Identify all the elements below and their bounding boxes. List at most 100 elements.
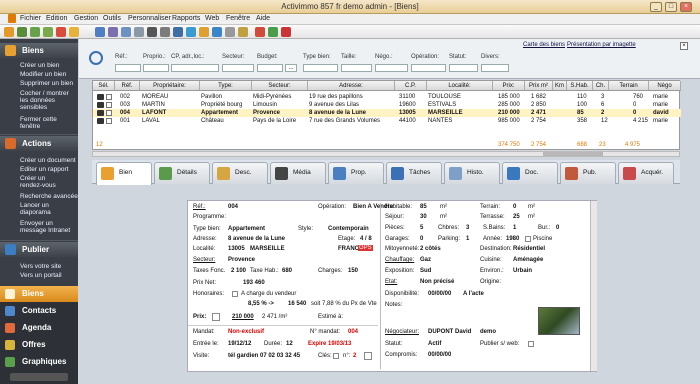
nego-value[interactable]: DUPONT David	[428, 329, 471, 335]
tab-bien[interactable]: Bien	[96, 162, 152, 185]
map-link[interactable]: Carte des biens	[523, 42, 565, 48]
divers-input[interactable]	[481, 64, 509, 72]
col-sector[interactable]: Secteur:	[252, 81, 308, 91]
menu-rapports[interactable]: Rapports	[172, 15, 200, 22]
adresse-value[interactable]: 8 avenue de la Lune	[228, 236, 285, 242]
sidebar-section-biens[interactable]: Biens	[0, 43, 78, 58]
delete-icon[interactable]	[56, 27, 66, 37]
gps-button[interactable]: GPS	[358, 245, 373, 251]
typebien-input[interactable]	[303, 64, 338, 72]
cuisine-value[interactable]: Aménagée	[513, 257, 543, 263]
sidebar-item-fermer[interactable]: Fermer cette fenêtre	[20, 116, 70, 130]
col-city[interactable]: Localité:	[427, 81, 493, 91]
dispo-value[interactable]: 00/00/00	[428, 291, 451, 297]
close-button[interactable]: ×	[680, 2, 692, 12]
col-ch[interactable]: Ch.	[593, 81, 609, 91]
form-view-icon[interactable]	[121, 27, 131, 37]
prixnet-value[interactable]: 193 460	[243, 280, 265, 286]
check-icon[interactable]	[30, 27, 40, 37]
nav-contacts[interactable]: Contacts	[0, 303, 78, 319]
environ-value[interactable]: Urbain	[513, 268, 532, 274]
nav-agenda[interactable]: Agenda	[0, 320, 78, 336]
prix-button[interactable]	[212, 313, 220, 321]
tab-doc[interactable]: Doc.	[502, 162, 558, 184]
menu-aide[interactable]: Aide	[256, 15, 270, 22]
col-ref[interactable]: Réf.	[115, 81, 140, 91]
row-checkbox[interactable]	[106, 118, 112, 124]
col-shab[interactable]: S.Hab.	[567, 81, 593, 91]
sidebar-item-cocher[interactable]: Cocher / montrer les données sensibles	[20, 90, 76, 111]
keys-button[interactable]	[364, 352, 372, 360]
tab-prop[interactable]: Prop.	[328, 162, 384, 184]
ref-value[interactable]: 004	[228, 204, 238, 210]
sidebar-section-actions[interactable]: Actions	[0, 136, 78, 151]
sidebar-section-publier[interactable]: Publier	[0, 242, 78, 257]
printer-icon[interactable]	[147, 27, 157, 37]
globe-icon[interactable]	[268, 27, 278, 37]
sidebar-item-recherche[interactable]: Recherche avancée	[20, 193, 78, 200]
etat-value[interactable]: Non précisé	[420, 279, 454, 285]
sidebar-item-site[interactable]: Vers votre site	[20, 263, 61, 270]
budget-button[interactable]: ...	[285, 64, 297, 72]
parking-value[interactable]: 1	[466, 236, 469, 242]
tools-icon[interactable]	[160, 27, 170, 37]
visite-value[interactable]: tél gardien 07 02 03 32 45	[228, 353, 300, 359]
tab-desc[interactable]: Desc.	[212, 162, 268, 184]
duree-value[interactable]: 12	[286, 341, 293, 347]
col-address[interactable]: Adresse:	[308, 81, 395, 91]
property-photo[interactable]	[538, 307, 580, 335]
taxes-value[interactable]: 2 100	[231, 268, 246, 274]
sejour-value[interactable]: 30	[420, 214, 427, 220]
nav-biens[interactable]: Biens	[0, 286, 78, 302]
menu-gestion[interactable]: Gestion	[74, 15, 98, 22]
bur-value[interactable]: 0	[556, 225, 559, 231]
sidebar-item-creer-document[interactable]: Créer un document	[20, 157, 76, 164]
menu-web[interactable]: Web	[205, 15, 219, 22]
tab-acquer[interactable]: Acquér.	[618, 162, 674, 184]
compromis-value[interactable]: 00/00/00	[428, 352, 451, 358]
annee-value[interactable]: 1980	[506, 236, 519, 242]
table-row[interactable]: 003 MARTIN Propriété bourg Limousin 9 av…	[93, 101, 681, 109]
taille-input[interactable]	[341, 64, 372, 72]
row-checkbox[interactable]	[106, 102, 112, 108]
entree-value[interactable]: 19/12/12	[228, 341, 251, 347]
statut-input[interactable]	[449, 64, 478, 72]
col-owner[interactable]: Propriétaire:	[140, 81, 200, 91]
garages-value[interactable]: 0	[420, 236, 423, 242]
search-icon[interactable]	[89, 51, 103, 65]
operation-input[interactable]	[411, 64, 446, 72]
folder-icon[interactable]	[238, 27, 248, 37]
sidebar-item-rendez-vous[interactable]: Créer un rendez-vous	[20, 175, 68, 189]
col-cp[interactable]: C.P.	[395, 81, 427, 91]
tab-histo[interactable]: Histo.	[444, 162, 500, 184]
ref-input[interactable]	[115, 64, 141, 72]
nav-graphiques[interactable]: Graphiques	[0, 354, 78, 370]
style-value[interactable]: Contemporain	[328, 226, 369, 232]
sidebar-item-intranet[interactable]: Envoyer un message Intranet	[20, 220, 74, 234]
list-view-icon[interactable]	[108, 27, 118, 37]
etage-value[interactable]: 4 / 8	[360, 236, 372, 242]
sidebar-item-portail[interactable]: Vers un portail	[20, 272, 62, 279]
chbres-value[interactable]: 3	[466, 225, 469, 231]
nmandat-value[interactable]: 004	[348, 329, 358, 335]
thumbnail-link[interactable]: Présentation par imagette	[567, 42, 636, 48]
tab-media[interactable]: Média	[270, 162, 326, 184]
calendar-icon[interactable]	[199, 27, 209, 37]
col-pm2[interactable]: Prix m²	[525, 81, 553, 91]
col-km[interactable]: Km	[553, 81, 567, 91]
sidebar-item-editer-rapport[interactable]: Editer un rapport	[20, 166, 68, 173]
nego-input[interactable]	[375, 64, 408, 72]
cp-value[interactable]: 13005	[228, 246, 245, 252]
table-scrollbar[interactable]	[92, 151, 680, 157]
table-row[interactable]: 001 LAVAL Château Pays de la Loire 7 rue…	[93, 117, 681, 125]
menu-edition[interactable]: Edition	[46, 15, 67, 22]
new-icon[interactable]	[4, 27, 14, 37]
menu-fichier[interactable]: Fichier	[20, 15, 41, 22]
minimize-button[interactable]: _	[650, 2, 662, 12]
honoraires-amount[interactable]: 16 540	[288, 301, 306, 307]
budget-min-input[interactable]	[257, 64, 283, 72]
edit-icon[interactable]	[17, 27, 27, 37]
tab-taches[interactable]: Tâches	[386, 162, 442, 184]
form-scrollbar[interactable]	[590, 201, 597, 371]
hab-value[interactable]: 85	[420, 204, 427, 210]
